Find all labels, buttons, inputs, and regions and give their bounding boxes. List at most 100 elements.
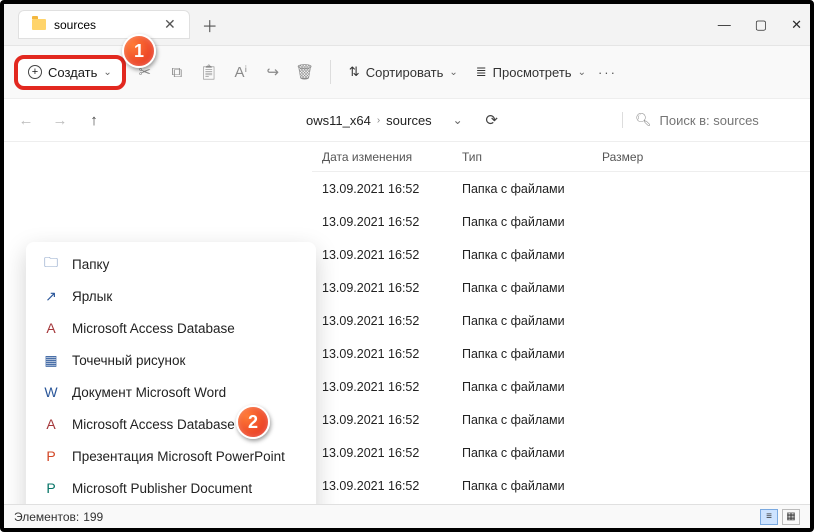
copy-icon[interactable]: ⧉ — [164, 64, 190, 81]
cell-type: Папка с файлами — [462, 479, 602, 493]
create-label: Создать — [48, 65, 97, 80]
ctx-item-label: Microsoft Access Database — [72, 321, 235, 336]
ctx-item-access[interactable]: A Microsoft Access Database — [26, 312, 316, 344]
table-row[interactable]: 13.09.2021 16:52Папка с файлами — [312, 370, 810, 403]
search-box[interactable]: 🔍︎ — [622, 112, 802, 128]
ctx-item-bitmap[interactable]: ▦ Точечный рисунок — [26, 344, 316, 376]
ppt-icon: P — [42, 447, 60, 465]
ctx-item-label: Microsoft Access Database — [72, 417, 235, 432]
ctx-item-label: Точечный рисунок — [72, 353, 185, 368]
tab-title: sources — [54, 18, 96, 32]
cell-type: Папка с файлами — [462, 182, 602, 196]
cell-type: Папка с файлами — [462, 413, 602, 427]
table-row[interactable]: 13.09.2021 16:52Папка с файлами — [312, 469, 810, 502]
close-tab-icon[interactable]: ✕ — [164, 16, 176, 33]
share-icon[interactable]: ↪ — [260, 63, 286, 81]
chevron-down-icon: ⌄ — [103, 67, 111, 78]
chevron-right-icon: › — [377, 115, 380, 126]
create-button[interactable]: + Создать ⌄ — [14, 55, 126, 90]
ctx-item-word[interactable]: W Документ Microsoft Word — [26, 376, 316, 408]
paste-icon[interactable]: 📋︎ — [196, 63, 222, 81]
cell-type: Папка с файлами — [462, 446, 602, 460]
ctx-item-access[interactable]: AMicrosoft Access Database — [26, 408, 316, 440]
delete-icon[interactable]: 🗑︎ — [292, 63, 318, 81]
callout-badge-2: 2 — [236, 405, 270, 439]
rename-icon[interactable]: Aⁱ — [228, 63, 254, 81]
cell-date: 13.09.2021 16:52 — [312, 314, 462, 328]
ctx-item-folder[interactable]: 🗀 Папку — [26, 248, 316, 280]
nav-up-icon[interactable]: ↑ — [80, 112, 108, 129]
cell-type: Папка с файлами — [462, 314, 602, 328]
cell-type: Папка с файлами — [462, 215, 602, 229]
search-input[interactable] — [660, 113, 790, 128]
cell-date: 13.09.2021 16:52 — [312, 281, 462, 295]
create-menu: 🗀Папку↗ЯрлыкAMicrosoft Access Database▦Т… — [26, 242, 316, 504]
ctx-item-label: Ярлык — [72, 289, 112, 304]
refresh-icon[interactable]: ⟳ — [478, 111, 506, 129]
cell-date: 13.09.2021 16:52 — [312, 413, 462, 427]
cell-date: 13.09.2021 16:52 — [312, 347, 462, 361]
status-count: 199 — [83, 510, 103, 524]
chevron-down-icon: ⌄ — [578, 67, 586, 78]
col-size[interactable]: Размер — [602, 150, 702, 164]
cell-type: Папка с файлами — [462, 380, 602, 394]
callout-badge-1: 1 — [122, 34, 156, 68]
table-row[interactable]: 13.09.2021 16:52Папка с файлами — [312, 337, 810, 370]
explorer-window: sources ✕ ＋ — ▢ ✕ + Создать ⌄ ✂ ⧉ 📋︎ Aⁱ … — [0, 0, 814, 532]
table-row[interactable]: 13.09.2021 16:52Папка с файлами — [312, 304, 810, 337]
cell-date: 13.09.2021 16:52 — [312, 479, 462, 493]
ctx-item-label: Документ Microsoft Word — [72, 385, 226, 400]
tab-sources[interactable]: sources ✕ — [18, 10, 190, 39]
crumb-part[interactable]: sources — [386, 113, 432, 128]
view-label: Просмотреть — [493, 65, 572, 80]
col-date[interactable]: Дата изменения — [312, 150, 462, 164]
table-row[interactable]: 13.09.2021 16:52Папка с файлами — [312, 403, 810, 436]
sort-icon: ⇅ — [349, 64, 360, 80]
sort-label: Сортировать — [366, 65, 444, 80]
new-tab-button[interactable]: ＋ — [202, 13, 218, 37]
thumbnails-view-button[interactable]: ▦ — [782, 509, 800, 525]
ctx-item-ppt[interactable]: P Презентация Microsoft PowerPoint — [26, 440, 316, 472]
details-view-button[interactable]: ≡ — [760, 509, 778, 525]
table-row[interactable]: 13.09.2021 16:52Папка с файлами — [312, 172, 810, 205]
maximize-button[interactable]: ▢ — [755, 17, 767, 33]
breadcrumb[interactable]: ows11_x64 › sources — [300, 113, 438, 128]
table-row[interactable]: 13.09.2021 16:52Папка с файлами — [312, 238, 810, 271]
cell-type: Папка с файлами — [462, 347, 602, 361]
ctx-item-label: Презентация Microsoft PowerPoint — [72, 449, 285, 464]
chevron-down-icon[interactable]: ⌄ — [444, 113, 472, 127]
minimize-button[interactable]: — — [718, 17, 731, 33]
crumb-part[interactable]: ows11_x64 — [306, 113, 371, 128]
status-prefix: Элементов: — [14, 510, 79, 524]
statusbar: Элементов: 199 ≡ ▦ — [4, 504, 810, 528]
more-button[interactable]: ··· — [598, 65, 617, 80]
table-row[interactable]: 13.09.2021 16:52Папка с файлами — [312, 271, 810, 304]
table-row[interactable]: 13.09.2021 16:52Папка с файлами — [312, 436, 810, 469]
nav-back-icon[interactable]: ← — [12, 112, 40, 129]
ctx-item-label: Папку — [72, 257, 109, 272]
close-window-button[interactable]: ✕ — [791, 17, 802, 33]
word-icon: W — [42, 383, 60, 401]
view-mode-switch: ≡ ▦ — [760, 509, 800, 525]
shortcut-icon: ↗ — [42, 287, 60, 305]
cell-date: 13.09.2021 16:52 — [312, 215, 462, 229]
pub-icon: P — [42, 479, 60, 497]
ctx-item-shortcut[interactable]: ↗ Ярлык — [26, 280, 316, 312]
ctx-item-label: Microsoft Publisher Document — [72, 481, 252, 496]
bitmap-icon: ▦ — [42, 351, 60, 369]
table-row[interactable]: 13.09.2021 16:52Папка с файлами — [312, 205, 810, 238]
ctx-item-pub[interactable]: P Microsoft Publisher Document — [26, 472, 316, 504]
view-button[interactable]: ≣ Просмотреть ⌄ — [470, 60, 592, 84]
chevron-down-icon: ⌄ — [449, 67, 457, 78]
col-type[interactable]: Тип — [462, 150, 602, 164]
sort-button[interactable]: ⇅ Сортировать ⌄ — [343, 60, 464, 84]
cell-date: 13.09.2021 16:52 — [312, 380, 462, 394]
nav-forward-icon[interactable]: → — [46, 112, 74, 129]
view-icon: ≣ — [476, 64, 487, 80]
separator — [330, 60, 331, 84]
folder-icon: 🗀 — [42, 255, 60, 273]
access-icon: A — [42, 319, 60, 337]
plus-icon: + — [28, 65, 42, 79]
table-row[interactable]: 13.09.2021 16:52Папка с файлами — [312, 502, 810, 504]
cell-date: 13.09.2021 16:52 — [312, 248, 462, 262]
